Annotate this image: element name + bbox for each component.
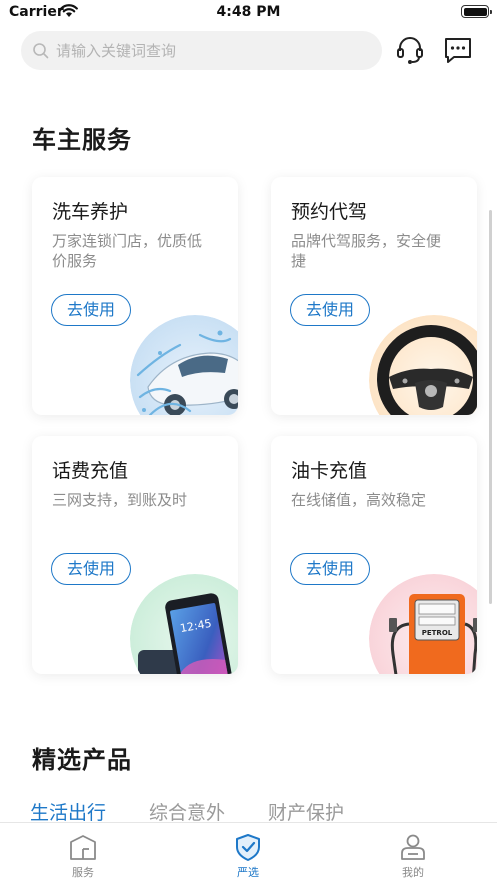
- tabbar-item-services[interactable]: 服务: [43, 833, 123, 880]
- bottom-tab-bar: 服务 严选 我的: [0, 822, 497, 883]
- tabbar-item-selected[interactable]: 严选: [208, 833, 288, 880]
- section-title-owner-services: 车主服务: [32, 126, 132, 154]
- service-card-phone-recharge[interactable]: 话费充值 三网支持，到账及时 去使用 12:45: [32, 436, 238, 674]
- search-icon: [33, 42, 49, 58]
- tabbar-item-mine[interactable]: 我的: [373, 833, 453, 880]
- card-title: 话费充值: [52, 460, 129, 482]
- card-title: 预约代驾: [291, 201, 368, 223]
- shield-check-icon: [236, 834, 260, 861]
- fuel-pump-image: PETROL: [369, 574, 477, 674]
- tabbar-label: 我的: [402, 866, 424, 879]
- service-card-designated-driver[interactable]: 预约代驾 品牌代驾服务，安全便捷 去使用: [271, 177, 477, 415]
- user-icon: [401, 834, 425, 860]
- house-icon: [70, 835, 96, 860]
- use-button[interactable]: 去使用: [290, 553, 370, 585]
- service-card-car-wash[interactable]: 洗车养护 万家连锁门店，优质低价服务 去使用: [32, 177, 238, 415]
- section-title-featured: 精选产品: [32, 746, 132, 774]
- scrollbar[interactable]: [489, 210, 492, 604]
- search-placeholder: 请输入关键词查询: [56, 42, 177, 60]
- status-bar: Carrier 4:48 PM: [0, 0, 497, 26]
- fuel-pump-label: PETROL: [422, 629, 453, 637]
- card-description: 万家连锁门店，优质低价服务: [52, 232, 203, 270]
- card-description: 在线储值，高效稳定: [291, 491, 427, 509]
- search-input[interactable]: 请输入关键词查询: [21, 31, 382, 70]
- clock: 4:48 PM: [216, 4, 281, 20]
- steering-wheel-image: [369, 315, 477, 415]
- use-button[interactable]: 去使用: [290, 294, 370, 326]
- tab-life-travel[interactable]: 生活出行: [30, 798, 106, 825]
- card-description: 品牌代驾服务，安全便捷: [291, 232, 442, 270]
- tabbar-label: 服务: [72, 866, 94, 879]
- tab-accident[interactable]: 综合意外: [149, 798, 225, 825]
- card-description: 三网支持，到账及时: [52, 491, 188, 509]
- service-card-fuel-recharge[interactable]: 油卡充值 在线储值，高效稳定 去使用 PETROL: [271, 436, 477, 674]
- car-wash-image: [130, 315, 238, 415]
- tabbar-label: 严选: [237, 866, 259, 879]
- message-icon[interactable]: [442, 34, 474, 66]
- smartphone-image: 12:45: [130, 574, 238, 674]
- card-title: 洗车养护: [52, 201, 129, 223]
- battery-icon: [461, 5, 492, 18]
- tab-property[interactable]: 财产保护: [268, 798, 344, 825]
- use-button[interactable]: 去使用: [51, 294, 131, 326]
- use-button[interactable]: 去使用: [51, 553, 131, 585]
- headset-icon[interactable]: [394, 34, 426, 66]
- card-title: 油卡充值: [291, 460, 368, 482]
